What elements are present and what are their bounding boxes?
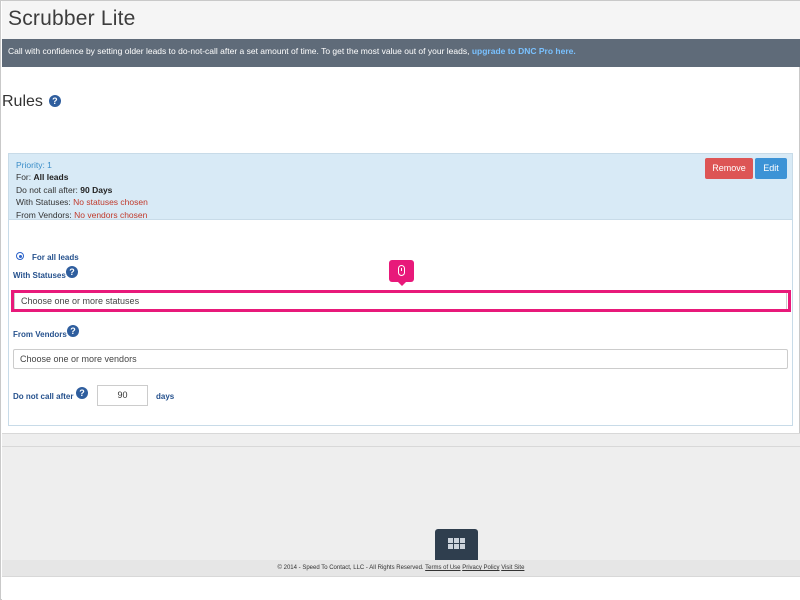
for-all-leads-radio[interactable] <box>16 252 24 260</box>
vendors-help-icon[interactable]: ? <box>67 325 79 337</box>
mouse-cursor-badge <box>389 260 414 286</box>
rules-help-icon[interactable]: ? <box>48 94 61 107</box>
visit-site-link[interactable]: Visit Site <box>501 565 524 571</box>
rule-for: For: All leads <box>16 172 69 183</box>
rule-priority: Priority: 1 <box>16 160 52 170</box>
header: Scrubber Lite <box>2 1 800 39</box>
days-input[interactable]: 90 <box>97 385 148 406</box>
statuses-help-icon[interactable]: ? <box>66 266 78 278</box>
rule-dnc-after: Do not call after: 90 Days <box>16 184 113 195</box>
page-title: Rules? <box>2 93 61 111</box>
focus-highlight <box>11 290 791 312</box>
footer-divider <box>2 446 800 447</box>
for-all-leads-label[interactable]: For all leads <box>32 253 79 262</box>
rule-vendors: From Vendors: No vendors chosen <box>16 209 148 220</box>
footer-bar: © 2014 - Speed To Contact, LLC - All Rig… <box>2 560 800 576</box>
banner-text: Call with confidence by setting older le… <box>8 46 472 56</box>
grid-menu-button[interactable] <box>435 529 478 560</box>
bottom-band <box>2 576 800 600</box>
vendors-input[interactable]: Choose one or more vendors <box>13 349 788 369</box>
dnc-after-label: Do not call after <box>13 392 74 401</box>
copyright-text: © 2014 - Speed To Contact, LLC - All Rig… <box>277 565 424 571</box>
terms-link[interactable]: Terms of Use <box>425 565 460 571</box>
remove-button[interactable]: Remove <box>705 158 753 179</box>
rule-statuses: With Statuses: No statuses chosen <box>16 197 148 208</box>
days-unit-label: days <box>156 392 175 401</box>
mouse-icon <box>398 265 405 276</box>
edit-button[interactable]: Edit <box>755 158 787 179</box>
rule-summary: Priority: 1 For: All leads Do not call a… <box>9 154 792 220</box>
upgrade-banner: Call with confidence by setting older le… <box>2 39 800 67</box>
app-title: Scrubber Lite <box>8 7 136 30</box>
rules-heading: Rules <box>2 93 43 110</box>
grid-icon <box>448 538 465 550</box>
privacy-link[interactable]: Privacy Policy <box>462 565 499 571</box>
statuses-label: With Statuses <box>13 271 66 280</box>
rule-card: Priority: 1 For: All leads Do not call a… <box>8 153 793 426</box>
dnc-help-icon[interactable]: ? <box>76 387 88 399</box>
vendors-label: From Vendors <box>13 330 67 339</box>
app-window: Scrubber Lite Call with confidence by se… <box>0 0 800 600</box>
upgrade-link[interactable]: upgrade to DNC Pro here. <box>472 46 576 56</box>
